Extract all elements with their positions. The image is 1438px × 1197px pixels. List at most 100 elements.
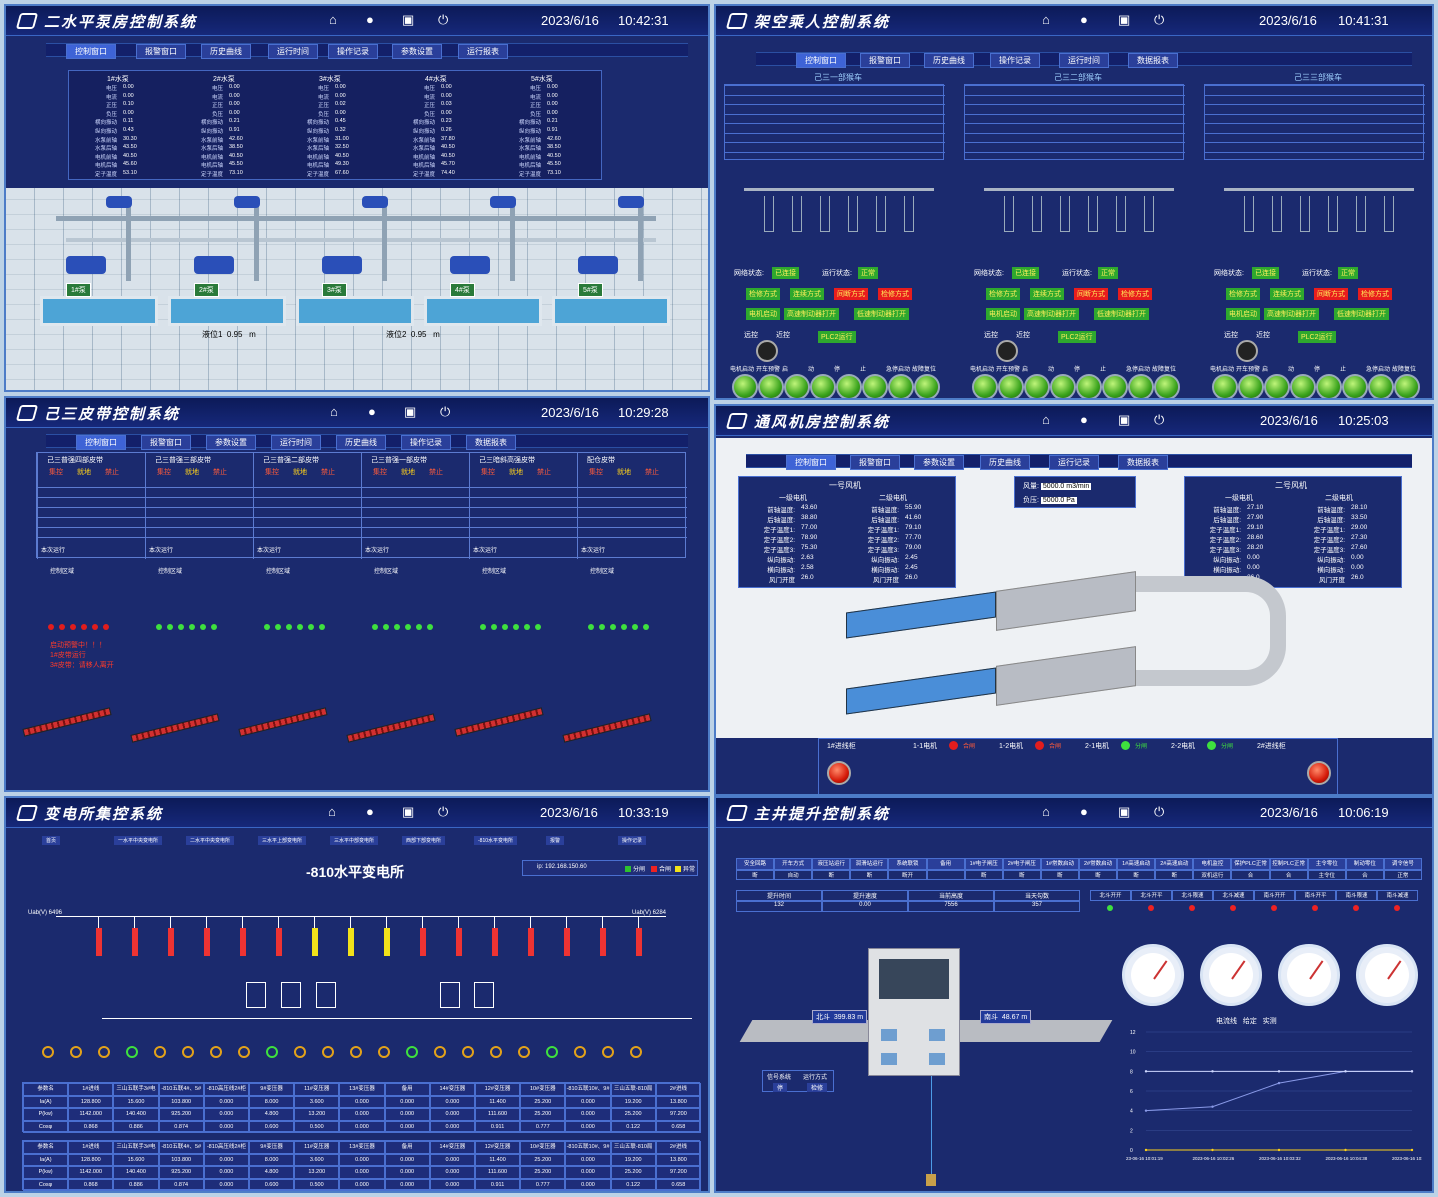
tab-4[interactable]: 运行时间 — [1059, 53, 1109, 68]
green-push-button[interactable] — [1238, 374, 1264, 398]
green-push-button[interactable] — [1290, 374, 1316, 398]
chat-icon[interactable]: ▣ — [1118, 804, 1130, 820]
motor-button[interactable]: 高速制动器打开 — [1264, 308, 1319, 320]
tab-3[interactable]: 运行时间 — [271, 435, 321, 450]
tab-5[interactable]: 数据报表 — [1118, 455, 1168, 470]
green-push-button[interactable] — [1076, 374, 1102, 398]
home-icon[interactable]: ⌂ — [329, 12, 337, 27]
user-icon[interactable]: ● — [366, 12, 374, 27]
green-push-button[interactable] — [1102, 374, 1128, 398]
user-icon[interactable]: ● — [1080, 412, 1088, 427]
motor-button[interactable]: 电机启动 — [746, 308, 780, 320]
green-push-button[interactable] — [972, 374, 998, 398]
power-icon[interactable]: ⏻ — [1154, 412, 1164, 428]
mode-button[interactable]: 检修方式 — [1118, 288, 1152, 300]
tab-2[interactable]: 历史曲线 — [924, 53, 974, 68]
mode-button[interactable]: 检修方式 — [1358, 288, 1392, 300]
motor-button[interactable]: 电机启动 — [1226, 308, 1260, 320]
mode-button[interactable]: 检修方式 — [986, 288, 1020, 300]
motor-button[interactable]: 高速制动器打开 — [784, 308, 839, 320]
tab-5[interactable]: 参数设置 — [392, 44, 442, 59]
mode-button[interactable]: 连续方式 — [1030, 288, 1064, 300]
motor-button[interactable]: 低速制动器打开 — [854, 308, 909, 320]
tab-1[interactable]: 报警窗口 — [860, 53, 910, 68]
tab-5[interactable]: 数据报表 — [1128, 53, 1178, 68]
red-alarm-button[interactable] — [827, 761, 851, 785]
tab-0[interactable]: 控制窗口 — [66, 44, 116, 59]
chat-icon[interactable]: ▣ — [1118, 12, 1130, 28]
power-icon[interactable]: ⏻ — [1154, 12, 1164, 28]
tab-6[interactable]: 运行报表 — [458, 44, 508, 59]
tab-1[interactable]: 报警窗口 — [136, 44, 186, 59]
green-push-button[interactable] — [1212, 374, 1238, 398]
green-push-button[interactable] — [862, 374, 888, 398]
chat-icon[interactable]: ▣ — [404, 404, 416, 420]
green-push-button[interactable] — [758, 374, 784, 398]
selector-knob[interactable] — [996, 340, 1018, 362]
tab-4[interactable]: 历史曲线 — [336, 435, 386, 450]
motor-button[interactable]: 高速制动器打开 — [1024, 308, 1079, 320]
tab-2[interactable]: 历史曲线 — [201, 44, 251, 59]
mode-button[interactable]: 间断方式 — [1074, 288, 1108, 300]
tab-4[interactable]: 运行记录 — [1049, 455, 1099, 470]
power-icon[interactable]: ⏻ — [440, 404, 450, 420]
green-push-button[interactable] — [1368, 374, 1394, 398]
green-push-button[interactable] — [998, 374, 1024, 398]
power-icon[interactable]: ⏻ — [438, 12, 448, 28]
tab-2[interactable]: 参数设置 — [914, 455, 964, 470]
selector-knob[interactable] — [1236, 340, 1258, 362]
green-push-button[interactable] — [1128, 374, 1154, 398]
home-icon[interactable]: ⌂ — [1042, 804, 1050, 819]
green-push-button[interactable] — [1024, 374, 1050, 398]
button-label: 开车预警 — [996, 367, 1021, 373]
tab-3[interactable]: 操作记录 — [990, 53, 1040, 68]
tab-3[interactable]: 运行时间 — [268, 44, 318, 59]
chat-icon[interactable]: ▣ — [402, 12, 414, 28]
green-push-button[interactable] — [1342, 374, 1368, 398]
riser-pipe — [254, 201, 259, 281]
green-push-button[interactable] — [732, 374, 758, 398]
green-push-button[interactable] — [1316, 374, 1342, 398]
selector-knob[interactable] — [756, 340, 778, 362]
red-alarm-button[interactable] — [1307, 761, 1331, 785]
mode-button[interactable]: 检修方式 — [1226, 288, 1260, 300]
green-push-button[interactable] — [810, 374, 836, 398]
tab-1[interactable]: 报警窗口 — [141, 435, 191, 450]
tab-1[interactable]: 报警窗口 — [850, 455, 900, 470]
green-push-button[interactable] — [784, 374, 810, 398]
user-icon[interactable]: ● — [1080, 804, 1088, 819]
motor-button[interactable]: 低速制动器打开 — [1094, 308, 1149, 320]
green-push-button[interactable] — [914, 374, 940, 398]
chat-icon[interactable]: ▣ — [1118, 412, 1130, 428]
transformer-icon — [246, 982, 266, 1008]
green-push-button[interactable] — [1154, 374, 1180, 398]
green-push-button[interactable] — [888, 374, 914, 398]
home-icon[interactable]: ⌂ — [1042, 12, 1050, 27]
user-icon[interactable]: ● — [1080, 12, 1088, 27]
green-push-button[interactable] — [1264, 374, 1290, 398]
table-cell: 0.000 — [429, 1153, 475, 1166]
green-push-button[interactable] — [1050, 374, 1076, 398]
home-icon[interactable]: ⌂ — [330, 404, 338, 419]
tab-4[interactable]: 操作记录 — [328, 44, 378, 59]
tab-0[interactable]: 控制窗口 — [786, 455, 836, 470]
tab-5[interactable]: 操作记录 — [401, 435, 451, 450]
user-icon[interactable]: ● — [368, 404, 376, 419]
mode-button[interactable]: 连续方式 — [1270, 288, 1304, 300]
mode-button[interactable]: 间断方式 — [834, 288, 868, 300]
motor-button[interactable]: 低速制动器打开 — [1334, 308, 1389, 320]
tab-6[interactable]: 数据报表 — [466, 435, 516, 450]
power-icon[interactable]: ⏻ — [1154, 804, 1164, 820]
mode-button[interactable]: 连续方式 — [790, 288, 824, 300]
mode-button[interactable]: 间断方式 — [1314, 288, 1348, 300]
green-push-button[interactable] — [836, 374, 862, 398]
tab-3[interactable]: 历史曲线 — [980, 455, 1030, 470]
tab-0[interactable]: 控制窗口 — [76, 435, 126, 450]
green-push-button[interactable] — [1394, 374, 1420, 398]
motor-button[interactable]: 电机启动 — [986, 308, 1020, 320]
home-icon[interactable]: ⌂ — [1042, 412, 1050, 427]
tab-0[interactable]: 控制窗口 — [796, 53, 846, 68]
mode-button[interactable]: 检修方式 — [878, 288, 912, 300]
mode-button[interactable]: 检修方式 — [746, 288, 780, 300]
tab-2[interactable]: 参数设置 — [206, 435, 256, 450]
